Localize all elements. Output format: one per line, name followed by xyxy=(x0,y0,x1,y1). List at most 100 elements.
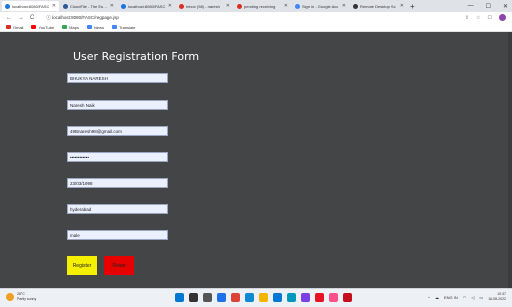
favicon-icon xyxy=(63,3,68,9)
bookmark-icon xyxy=(111,25,117,29)
reset-button[interactable]: Reset xyxy=(104,256,134,275)
store-icon[interactable] xyxy=(273,293,282,302)
bookmark-item[interactable]: Gmail xyxy=(6,25,23,30)
tray-chevron-icon[interactable]: ^ xyxy=(428,295,430,300)
widgets-icon[interactable] xyxy=(217,293,226,302)
app-d-icon[interactable] xyxy=(343,293,352,302)
language-indicator[interactable]: ENG IN xyxy=(444,295,458,300)
browser-tab[interactable]: localhost:8080/FASC ✕ xyxy=(2,1,59,11)
app-c-icon[interactable] xyxy=(329,293,338,302)
tab-label: Inbox (98) - naresh xyxy=(186,3,220,9)
close-tab-icon[interactable]: ✕ xyxy=(400,3,404,9)
bookmark-label: News xyxy=(93,24,104,30)
bookmark-item[interactable]: Maps xyxy=(62,25,79,30)
chrome-icon[interactable] xyxy=(231,293,240,302)
tab-label: Remote Desktop Sc xyxy=(360,3,396,9)
bookmark-label: Translate xyxy=(118,24,136,30)
favicon-icon xyxy=(353,3,358,9)
profile-avatar[interactable] xyxy=(499,14,506,21)
forward-icon[interactable]: → xyxy=(18,15,24,21)
browser-tab-strip: localhost:8080/FASC ✕ CloudFile - The Eurc… xyxy=(0,0,512,12)
close-tab-icon[interactable]: ✕ xyxy=(226,3,230,9)
favicon-icon xyxy=(237,3,242,9)
bookmark-icon xyxy=(31,25,37,29)
url-text: localhost:8080/FASC/regpage.jsp xyxy=(52,14,119,20)
app-b-icon[interactable] xyxy=(315,293,324,302)
favicon-icon xyxy=(179,3,184,9)
new-tab-button[interactable]: + xyxy=(410,2,415,11)
photos-icon[interactable] xyxy=(287,293,296,302)
taskbar-apps xyxy=(175,293,352,302)
tab-label: Sign in - Google Acc xyxy=(302,3,339,9)
wifi-icon[interactable]: ◠ xyxy=(463,295,467,300)
task-view-icon[interactable] xyxy=(203,293,212,302)
windows-start-icon[interactable] xyxy=(175,293,184,302)
browser-tab[interactable]: localhost:8080/FASC ✕ xyxy=(118,1,175,11)
share-icon[interactable]: ⇪ xyxy=(465,15,469,21)
battery-icon[interactable]: ▭ xyxy=(479,295,483,300)
bookmark-label: Maps xyxy=(69,24,79,30)
cloud-icon[interactable]: ☁ xyxy=(435,295,439,300)
bookmark-star-icon[interactable]: ☆ xyxy=(476,15,480,21)
bookmark-item[interactable]: YouTube xyxy=(31,25,54,30)
browser-tab[interactable]: Sign in - Google Acc ✕ xyxy=(292,1,349,11)
app-a-icon[interactable] xyxy=(301,293,310,302)
weather-widget[interactable]: 28°C Partly sunny xyxy=(6,292,36,302)
bookmark-label: Gmail xyxy=(13,24,24,30)
clock[interactable]: 10:37 16-08-2022 xyxy=(488,292,506,302)
bookmark-icon xyxy=(6,25,11,29)
dob-field[interactable]: 23/03/1998 xyxy=(67,178,168,188)
weather-desc: Partly sunny xyxy=(17,297,37,301)
browser-tab[interactable]: pending receiving ✕ xyxy=(234,1,291,11)
extensions-icon[interactable]: ☐ xyxy=(488,15,492,21)
close-tab-icon[interactable]: ✕ xyxy=(52,3,56,9)
tab-label: pending receiving xyxy=(244,3,276,9)
close-tab-icon[interactable]: ✕ xyxy=(284,3,288,9)
browser-tab[interactable]: CloudFile - The Eurcis ✕ xyxy=(60,1,117,11)
registration-page: User Registration Form BHUKYA NARESH Nar… xyxy=(0,32,512,288)
address-bar: ← → C ⓘ localhost:8080/FASC/regpage.jsp … xyxy=(0,12,512,23)
bookmark-icon xyxy=(86,25,92,29)
browser-tab[interactable]: Inbox (98) - naresh ✕ xyxy=(176,1,233,11)
bookmark-icon xyxy=(62,25,68,29)
username-field[interactable]: Naresh Naik xyxy=(67,100,168,110)
favicon-icon xyxy=(121,3,126,9)
close-tab-icon[interactable]: ✕ xyxy=(168,3,172,9)
file-explorer-icon[interactable] xyxy=(259,293,268,302)
tab-label: localhost:8080/FASC xyxy=(128,3,166,9)
reload-icon[interactable]: C xyxy=(30,15,34,21)
page-title: User Registration Form xyxy=(73,50,200,63)
back-icon[interactable]: ← xyxy=(6,15,12,21)
close-tab-icon[interactable]: ✕ xyxy=(110,3,114,9)
search-icon[interactable] xyxy=(189,293,198,302)
tab-label: CloudFile - The Eurcis xyxy=(70,3,108,9)
taskbar: 28°C Partly sunny ^ ☁ ENG IN ◠ ◁ ▭ 10:37… xyxy=(0,288,512,307)
browser-tab[interactable]: Remote Desktop Sc ✕ xyxy=(350,1,407,11)
volume-icon[interactable]: ◁ xyxy=(471,295,474,300)
tab-label: localhost:8080/FASC xyxy=(12,3,50,9)
name-field[interactable]: BHUKYA NARESH xyxy=(67,73,168,83)
bookmark-label: YouTube xyxy=(38,24,55,30)
clock-date: 16-08-2022 xyxy=(488,297,506,301)
close-tab-icon[interactable]: ✕ xyxy=(342,3,346,9)
bookmark-item[interactable]: Translate xyxy=(111,24,136,30)
close-window-button[interactable]: ✕ xyxy=(503,3,508,10)
bookmarks-bar: Gmail YouTube Maps News Translate xyxy=(0,23,512,32)
page-scrollbar[interactable] xyxy=(508,32,512,288)
password-field[interactable]: •••••••••••• xyxy=(67,152,168,162)
system-tray: ^ ☁ ENG IN ◠ ◁ ▭ 10:37 16-08-2022 xyxy=(428,292,506,302)
register-button[interactable]: Register xyxy=(67,256,97,275)
site-info-icon[interactable]: ⓘ xyxy=(46,15,51,20)
edge-icon[interactable] xyxy=(245,293,254,302)
sun-icon xyxy=(6,293,14,301)
gender-field[interactable]: male xyxy=(67,230,168,240)
favicon-icon xyxy=(5,3,10,9)
favicon-icon xyxy=(295,3,300,9)
window-controls: — ☐ ✕ xyxy=(468,0,508,12)
city-field[interactable]: hyderabad xyxy=(67,204,168,214)
maximize-button[interactable]: ☐ xyxy=(486,3,491,10)
minimize-button[interactable]: — xyxy=(468,3,474,9)
email-field[interactable]: 49Bnaresh98@gmail.com xyxy=(67,126,168,136)
url-field[interactable]: ⓘ localhost:8080/FASC/regpage.jsp xyxy=(46,15,119,21)
bookmark-item[interactable]: News xyxy=(86,24,104,30)
